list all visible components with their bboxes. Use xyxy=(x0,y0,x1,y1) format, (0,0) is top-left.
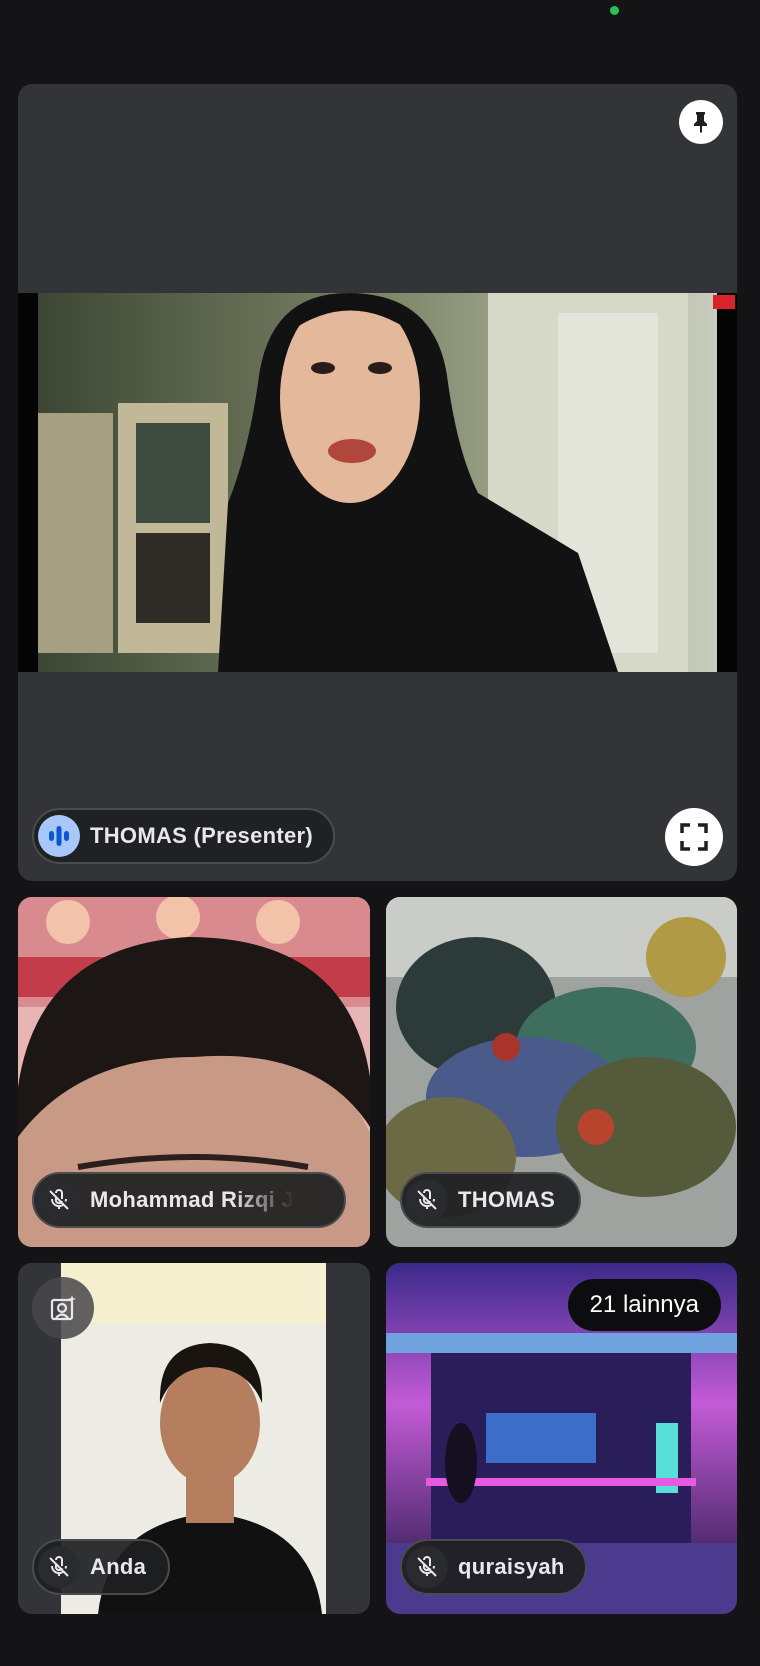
fullscreen-icon xyxy=(680,823,708,851)
self-tile[interactable]: Anda xyxy=(18,1263,370,1614)
participant-name: Mohammad Rizqi J xyxy=(90,1187,295,1212)
audio-level-icon xyxy=(38,815,80,857)
presenter-tile[interactable]: THOMAS (Presenter) xyxy=(18,84,737,881)
participant-name-pill: Mohammad Rizqi J xyxy=(32,1172,346,1228)
participant-name-pill: quraisyah xyxy=(400,1539,587,1595)
self-name-pill: Anda xyxy=(32,1539,171,1595)
pin-icon xyxy=(694,112,707,133)
presenter-video xyxy=(18,293,737,672)
pin-button[interactable] xyxy=(679,100,723,144)
status-indicator xyxy=(610,6,619,15)
fullscreen-button[interactable] xyxy=(665,808,723,866)
participant-tile[interactable]: 21 lainnya quraisyah xyxy=(386,1263,737,1614)
mic-off-icon xyxy=(406,1179,448,1221)
participant-name: THOMAS xyxy=(458,1187,556,1212)
more-participants-badge[interactable]: 21 lainnya xyxy=(567,1279,721,1331)
mic-off-icon xyxy=(38,1179,80,1221)
mic-off-icon xyxy=(38,1546,80,1588)
presenter-name-label: THOMAS (Presenter) xyxy=(90,823,313,848)
camera-effects-button[interactable] xyxy=(32,1277,94,1339)
participant-name-pill: THOMAS xyxy=(400,1172,582,1228)
camera-effects-icon xyxy=(50,1295,76,1321)
participant-name: Anda xyxy=(90,1554,147,1579)
presenter-name-pill: THOMAS (Presenter) xyxy=(32,808,335,864)
mic-off-icon xyxy=(406,1546,448,1588)
participant-name: quraisyah xyxy=(458,1554,565,1579)
participant-tile[interactable]: Mohammad Rizqi J xyxy=(18,897,370,1247)
participant-tile[interactable]: THOMAS xyxy=(386,897,737,1247)
